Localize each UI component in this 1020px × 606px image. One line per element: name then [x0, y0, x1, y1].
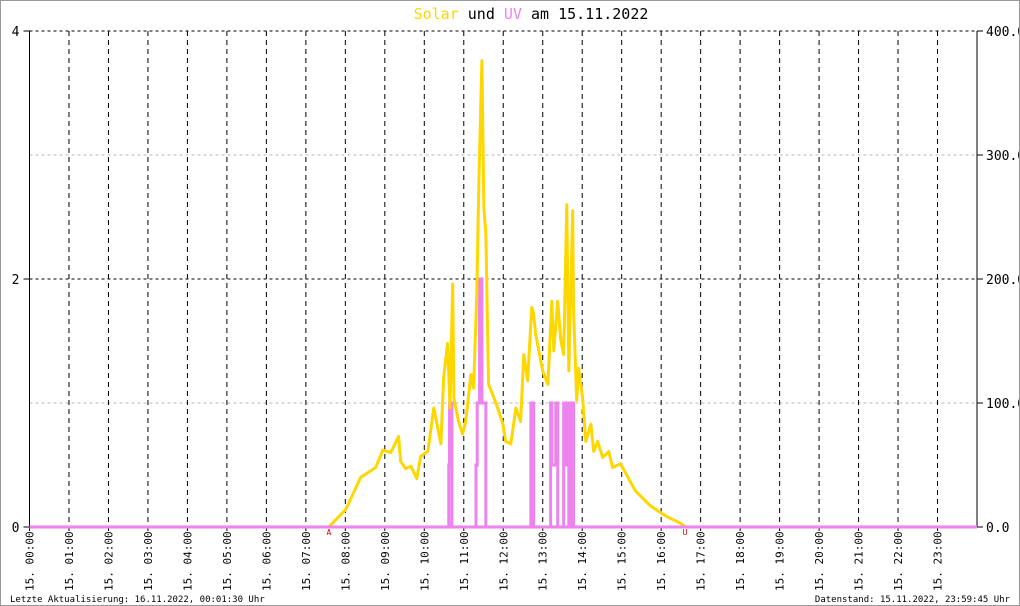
- title-date: am 15.11.2022: [522, 5, 648, 23]
- x-tick-label: 15. 21:00: [853, 531, 866, 591]
- chart-title: Solar und UV am 15.11.2022: [414, 5, 649, 23]
- x-tick-label: 15. 13:00: [537, 531, 550, 591]
- x-tick-label: 15. 02:00: [102, 531, 115, 591]
- left-axis-tick-label: 0: [12, 521, 20, 536]
- x-tick-label: 15. 05:00: [221, 531, 234, 591]
- left-axis-tick-label: 2: [12, 273, 20, 288]
- right-axis-tick-label: 300.0: [986, 149, 1020, 164]
- right-axis-tick-label: 0.0: [986, 521, 1009, 536]
- title-und: und: [459, 5, 504, 23]
- left-axis-tick-label: 4: [12, 25, 20, 40]
- x-tick-label: 15. 12:00: [497, 531, 510, 591]
- x-tick-label: 15. 08:00: [339, 531, 352, 591]
- chart-image: Solar und UV am 15.11.2022 0.0 100.0 200.0…: [0, 0, 1020, 606]
- right-axis-tick-label: 100.0: [986, 397, 1020, 412]
- x-tick-label: 15. 00:00: [24, 531, 37, 591]
- footer-data-status: Datenstand: 15.11.2022, 23:59:45 Uhr: [815, 595, 1011, 605]
- x-tick-label: 15. 03:00: [142, 531, 155, 591]
- footer-last-update: Letzte Aktualisierung: 16.11.2022, 00:01…: [10, 595, 265, 605]
- x-tick-label: 15. 16:00: [655, 531, 668, 591]
- sunset-marker: U: [683, 528, 688, 537]
- title-uv: UV: [504, 5, 522, 23]
- title-solar: Solar: [414, 5, 459, 23]
- x-tick-label: 15. 10:00: [418, 531, 431, 591]
- x-tick-label: 15. 11:00: [458, 531, 471, 591]
- x-tick-label: 15. 01:00: [63, 531, 76, 591]
- sunrise-marker: A: [327, 528, 332, 537]
- x-tick-label: 15. 23:00: [932, 531, 945, 591]
- right-axis-tick-label: 400.0: [986, 25, 1020, 40]
- right-axis-tick-label: 200.0: [986, 273, 1020, 288]
- x-tick-label: 15. 22:00: [892, 531, 905, 591]
- x-tick-label: 15. 04:00: [181, 531, 194, 591]
- x-tick-label: 15. 09:00: [379, 531, 392, 591]
- solar-uv-chart: Solar und UV am 15.11.2022 0.0 100.0 200.0…: [10, 5, 1020, 605]
- x-tick-label: 15. 06:00: [260, 531, 273, 591]
- x-tick-label: 15. 14:00: [576, 531, 589, 591]
- x-tick-label: 15. 15:00: [616, 531, 629, 591]
- x-tick-label: 15. 07:00: [300, 531, 313, 591]
- x-tick-label: 15. 17:00: [695, 531, 708, 591]
- x-tick-label: 15. 18:00: [734, 531, 747, 591]
- x-tick-label: 15. 19:00: [774, 531, 787, 591]
- x-tick-label: 15. 20:00: [813, 531, 826, 591]
